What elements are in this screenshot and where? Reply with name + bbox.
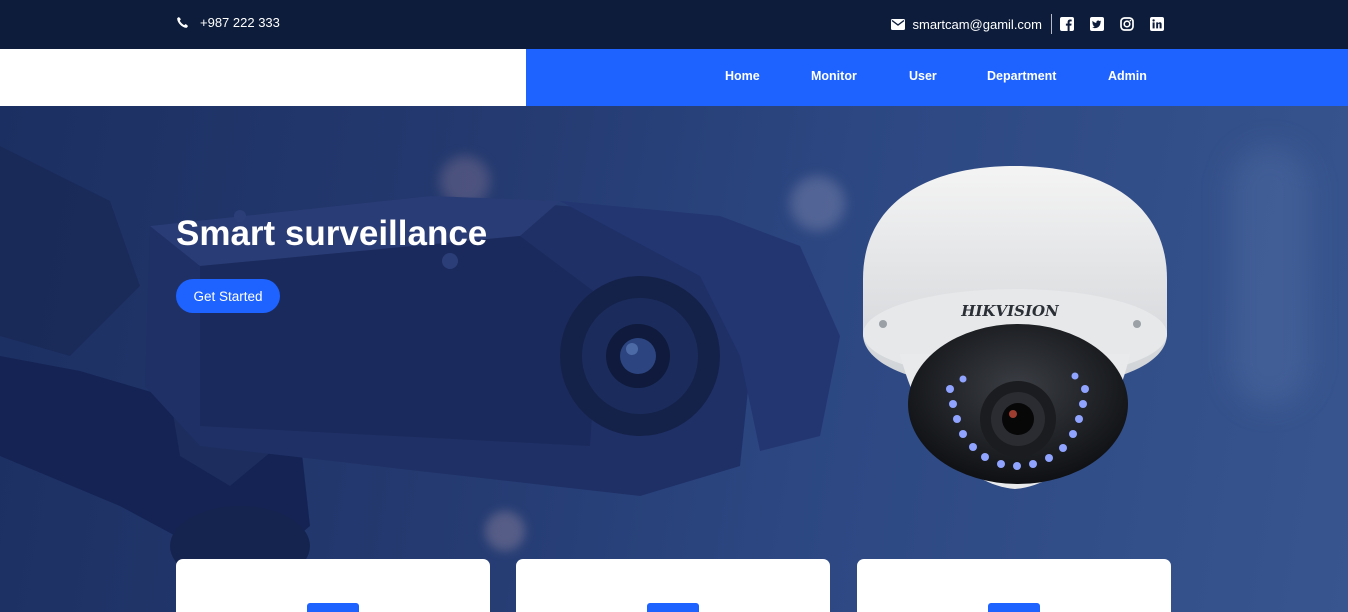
nav-item-monitor[interactable]: Monitor <box>811 69 857 83</box>
envelope-icon <box>890 18 905 30</box>
top-bar: +987 222 333 smartcam@gamil.com <box>0 0 1348 49</box>
feature-card[interactable] <box>857 559 1171 612</box>
email-address: smartcam@gamil.com <box>912 16 1043 32</box>
nav-item-user[interactable]: User <box>909 69 937 83</box>
instagram-icon[interactable] <box>1120 17 1134 31</box>
phone-number: +987 222 333 <box>200 15 280 30</box>
facebook-icon[interactable] <box>1060 17 1074 31</box>
background-light <box>1230 146 1310 406</box>
hero-title: Smart surveillance <box>176 214 488 253</box>
phone-contact[interactable]: +987 222 333 <box>176 15 280 30</box>
logo-area <box>0 49 526 106</box>
social-links <box>1052 17 1164 31</box>
card-icon <box>988 603 1040 612</box>
linkedin-icon[interactable] <box>1150 17 1164 31</box>
feature-card[interactable] <box>176 559 490 612</box>
card-icon <box>647 603 699 612</box>
nav-item-admin[interactable]: Admin <box>1108 69 1147 83</box>
nav-menu: Home Monitor User Department Admin <box>526 49 1348 106</box>
nav-item-home[interactable]: Home <box>725 69 760 83</box>
get-started-button[interactable]: Get Started <box>176 279 280 313</box>
card-icon <box>307 603 359 612</box>
contact-right: smartcam@gamil.com <box>890 14 1164 34</box>
twitter-icon[interactable] <box>1090 17 1104 31</box>
email-contact[interactable]: smartcam@gamil.com <box>890 14 1052 34</box>
nav-item-department[interactable]: Department <box>987 69 1056 83</box>
main-nav: Home Monitor User Department Admin <box>0 49 1348 106</box>
phone-icon <box>176 16 189 29</box>
hero-section: HIKVISION Smart surveillance Get Started <box>0 106 1348 612</box>
bullet-camera-image <box>0 146 840 586</box>
feature-card[interactable] <box>516 559 830 612</box>
dome-camera-image: HIKVISION <box>863 166 1167 489</box>
camera-brand-label: HIKVISION <box>960 302 1060 320</box>
